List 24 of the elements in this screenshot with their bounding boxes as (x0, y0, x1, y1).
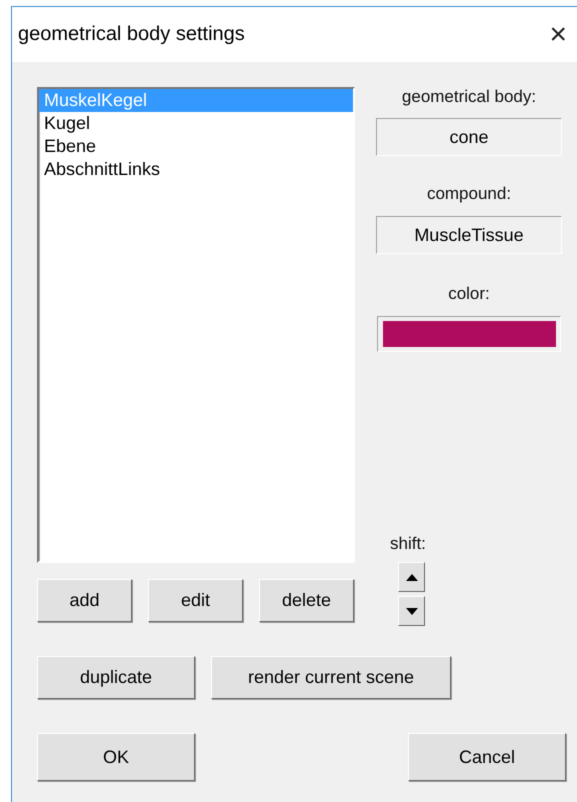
compound-field: MuscleTissue (376, 216, 562, 254)
cancel-button[interactable]: Cancel (408, 733, 566, 781)
shift-down-button[interactable] (398, 596, 425, 626)
field-label: compound: (426, 184, 512, 204)
ok-button[interactable]: OK (37, 733, 195, 781)
field-label: color: (448, 284, 490, 304)
render-button[interactable]: render current scene (211, 656, 451, 699)
list-item[interactable]: Ebene (39, 135, 353, 158)
shift-label: shift: (390, 534, 426, 554)
list-item[interactable]: Kugel (39, 112, 353, 135)
down-arrow-icon (406, 608, 418, 614)
edit-button[interactable]: edit (148, 579, 243, 622)
up-arrow-icon (406, 574, 418, 580)
field-label: geometrical body: (402, 87, 536, 107)
add-button[interactable]: add (37, 579, 132, 622)
duplicate-button[interactable]: duplicate (37, 656, 195, 699)
list-item[interactable]: AbschnittLinks (39, 158, 353, 181)
delete-button[interactable]: delete (259, 579, 354, 622)
body-field: cone (376, 118, 562, 156)
body-list[interactable]: MuskelKegel Kugel Ebene AbschnittLinks (37, 87, 355, 563)
shift-up-button[interactable] (398, 562, 425, 592)
close-icon[interactable]: × (549, 20, 567, 50)
window-title: geometrical body settings (18, 23, 245, 46)
color-field[interactable] (377, 316, 561, 352)
